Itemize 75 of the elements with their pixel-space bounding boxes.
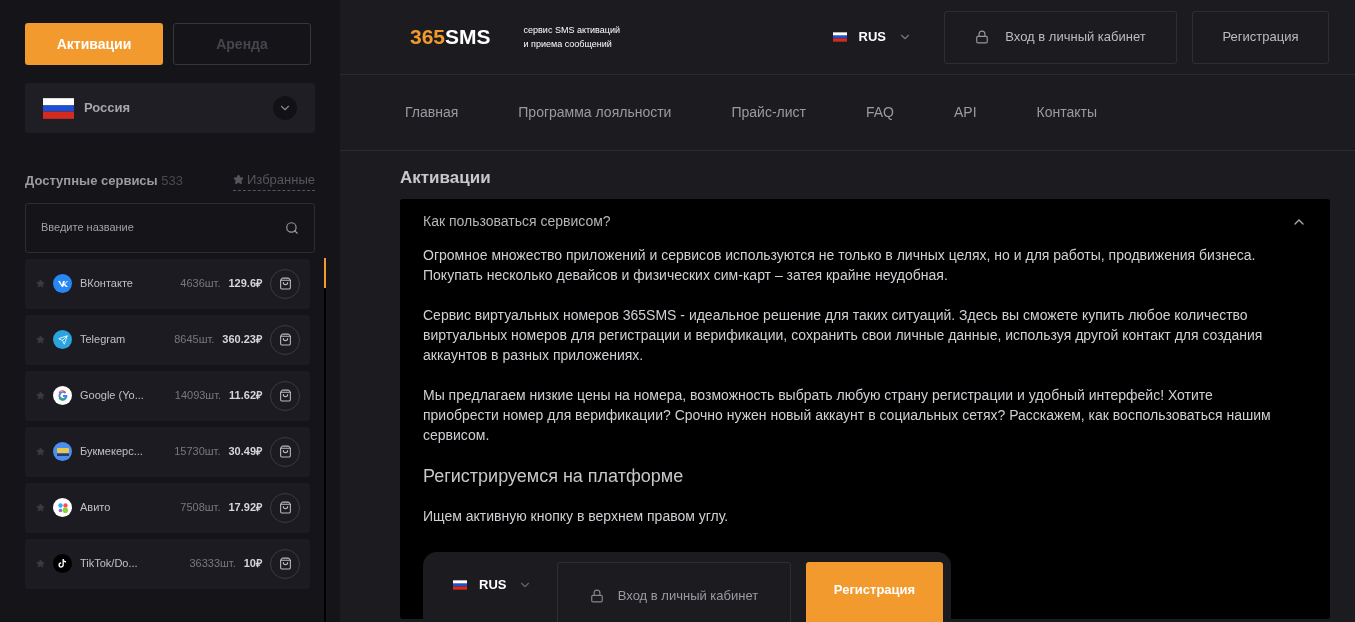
search-icon [285,220,299,235]
chevron-down-icon [273,96,297,120]
service-price: 17.92₽ [228,500,262,516]
russia-flag-icon [43,97,74,119]
star-icon [233,174,244,186]
language-label: RUS [479,576,507,595]
faq-subheading: Регистрируемся на платформе [423,464,685,488]
service-name: Авито [80,500,112,516]
faq-paragraph: Огромное множество приложений и сервисов используются не только в личных целях, но и для работы, продвижения бизнеса. Покупать несколько девайсов и физических сим-карт – затея крайне неудобная. [423,245,1257,285]
shopping-bag-icon [278,557,292,570]
bet-logo-icon [53,442,72,461]
nav-link[interactable]: FAQ [866,102,894,123]
tiktok-logo-icon [53,554,72,573]
site-logo: 365SMS [410,24,491,51]
service-name: Telegram [80,332,127,348]
search-field[interactable]: Введите название [25,202,315,253]
shopping-bag-icon [278,277,292,290]
service-count: 36333шт. [189,556,236,572]
favorite-star-icon[interactable] [36,447,45,456]
vk-logo-icon [53,274,72,293]
service-name: ВКонтакте [80,276,134,292]
faq-paragraph: Мы предлагаем низкие цены на номера, возможность выбрать любую страну регистрации и удобный интерфейс! Хотите приобрести номер для верификации? Срочно нужен новый аккаунт в социальных сетях? Расскажем, как воспользоваться нашим сервисом. [423,385,1272,445]
service-row[interactable]: Telegram 8645шт. 360.23₽ [25,314,310,365]
service-count: 14093шт. [174,388,222,404]
service-row[interactable]: TikTok/Do... 36333шт. 10₽ [25,538,310,589]
service-name: Букмекерс... [80,444,144,460]
service-price: 11.62₽ [229,388,262,404]
lock-icon [975,30,990,44]
nav-link[interactable]: Контакты [1036,102,1098,123]
google-logo-icon [53,386,72,405]
russia-flag-icon [832,32,847,42]
service-name: Google (Yo... [80,388,145,404]
favorite-star-icon[interactable] [36,279,45,288]
nav-link[interactable]: Программа лояльности [518,102,672,123]
service-name: TikTok/Do... [80,556,139,572]
faq-paragraph: Сервис виртуальных номеров 365SMS - идеальное решение для таких ситуаций. Здесь вы сможете купить любое количество виртуальных номеров для регистрации и верификации, сохранить свои личные данные, используя другой контакт для создания аккаунтов в разных приложениях. [423,305,1264,365]
faq-question[interactable]: Как пользоваться сервисом? [423,198,1307,245]
service-row[interactable]: Букмекерс... 15730шт. 30.49₽ [25,426,310,477]
favorite-star-icon[interactable] [36,335,45,344]
favorite-star-icon[interactable] [36,559,45,568]
login-button[interactable]: Вход в личный кабинет [944,10,1177,64]
service-row[interactable]: ВКонтакте 4636шт. 129.6₽ [25,258,310,309]
shopping-bag-icon [278,501,292,514]
tagline: сервис SMS активаций и приема сообщений [523,24,620,51]
service-row[interactable]: Google (Yo... 14093шт. 11.62₽ [25,370,310,421]
country-name: Россия [84,99,132,118]
service-price: 360.23₽ [222,332,262,348]
nav-link[interactable]: Прайс-лист [731,102,806,123]
favorite-star-icon[interactable] [36,391,45,400]
shopping-bag-icon [278,333,292,346]
nav-link[interactable]: API [954,102,977,123]
register-button[interactable]: Регистрация [1192,10,1329,64]
register-button-example: Регистрация [806,561,943,622]
favorite-star-icon[interactable] [36,503,45,512]
service-price: 30.49₽ [228,444,262,460]
service-count: 8645шт. [174,332,215,348]
page-title: Активации [400,167,492,189]
service-count: 7508шт. [180,500,221,516]
shopping-bag-icon [278,445,292,458]
avito-logo-icon [53,498,72,517]
login-button-example: Вход в личный кабинет [557,561,791,622]
shopping-bag-icon [278,389,292,402]
service-count: 4636шт. [180,276,221,292]
search-input[interactable]: Введите название [41,219,285,236]
service-row[interactable]: Авито 7508шт. 17.92₽ [25,482,310,533]
nav-link[interactable]: Главная [405,102,459,123]
language-select[interactable]: RUS [832,27,912,47]
service-price: 129.6₽ [228,276,262,292]
russia-flag-icon [453,580,467,590]
lock-icon [589,588,604,603]
paper-plane-icon [53,330,72,349]
faq-step: Ищем активную кнопку в верхнем правом углу. [423,505,1307,527]
country-select[interactable]: Россия [25,83,315,133]
service-count: 15730шт. [174,444,221,460]
service-price: 10₽ [243,556,262,572]
